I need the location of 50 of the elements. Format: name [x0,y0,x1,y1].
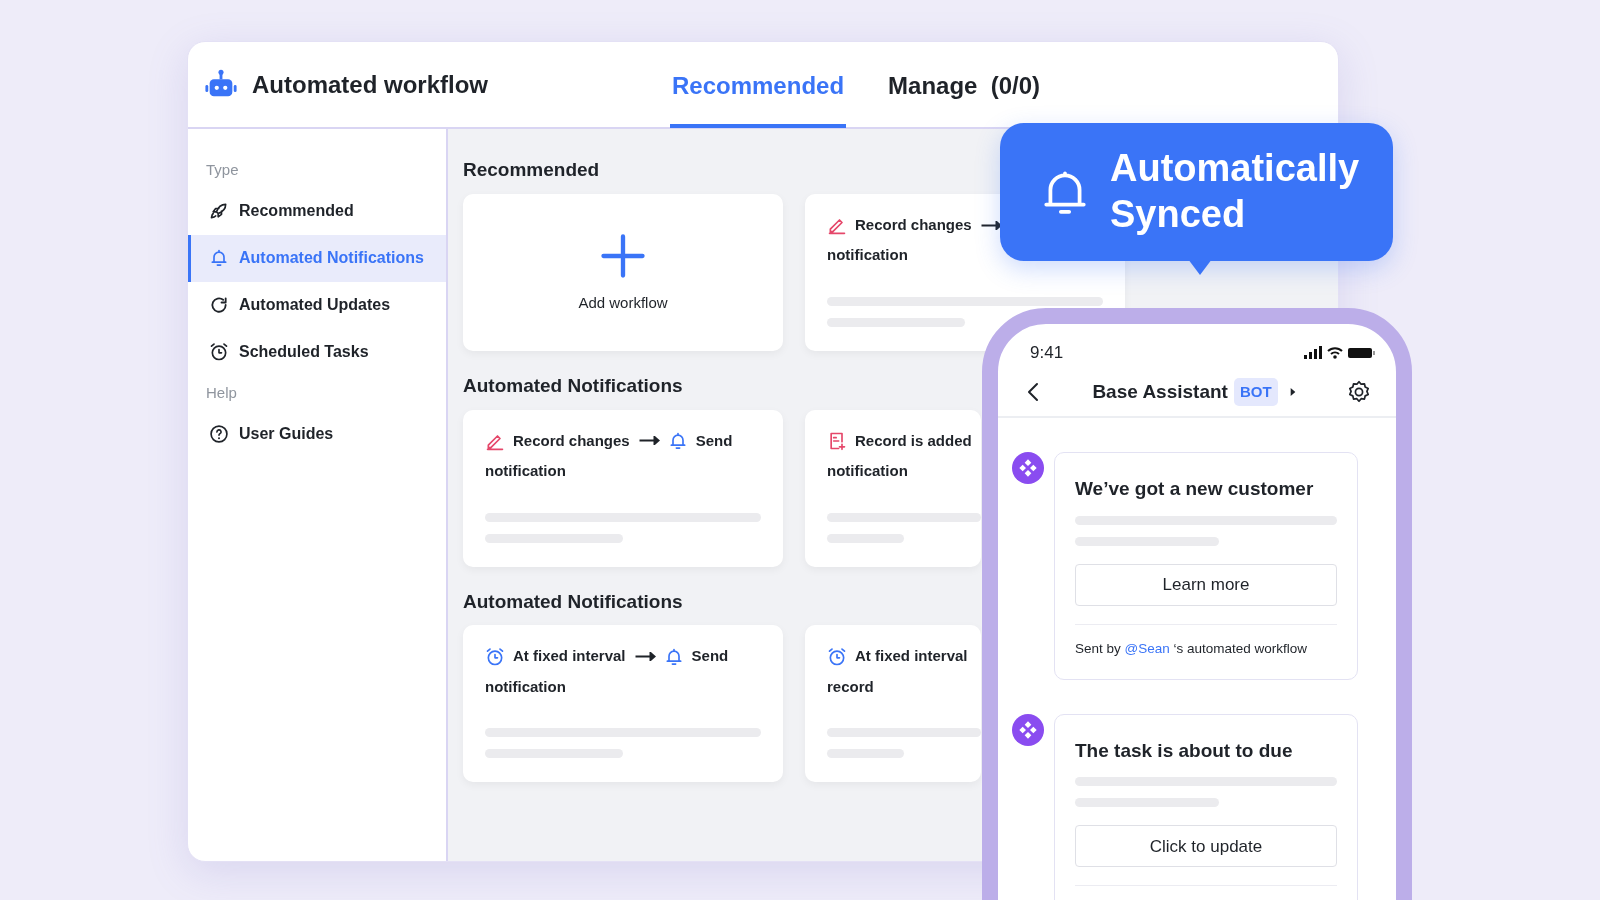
section-heading: Automated Notifications [463,374,683,398]
trigger-text: Record changes [855,214,972,235]
section-heading: Automated Notifications [463,590,683,614]
tab[interactable]: Manage (0/0) [886,42,1043,128]
message-button[interactable]: Click to update [1075,825,1337,868]
alarm-clock-icon [827,646,847,667]
bot-badge: BOT [1233,377,1278,407]
help-icon [209,423,229,444]
chat-title: Base Assistant [1092,379,1228,404]
app-title: Automated workflow [252,69,489,100]
message-footer: Sent by @Sean ‘s automated workflow [1075,623,1337,659]
add-workflow-card[interactable]: Add workflow [463,193,783,351]
message-button[interactable]: Learn more [1075,563,1337,606]
sidebar-heading: Type [205,160,240,180]
action-text: Send [695,430,733,451]
rocket-icon [209,201,229,221]
avatar-icon [1012,452,1044,484]
alarm-clock-icon [209,342,229,362]
trigger-text: At fixed interval [513,646,626,667]
trigger-text: Record changes [513,430,630,451]
card-text: notification [485,461,566,482]
workflow-card[interactable]: Record is added notification [805,409,981,567]
sidebar-item[interactable]: Automated Notifications [188,234,446,282]
trigger-text: At fixed interval [855,646,968,667]
action-text: Send [691,646,729,667]
refresh-icon [209,295,229,315]
card-text: notification [827,461,908,482]
sidebar-heading: Help [205,382,238,403]
bell-icon [209,248,229,268]
trigger-text: Record is added [855,430,972,451]
status-icons-drawing [1304,345,1376,361]
card-text: record [827,676,874,697]
sidebar-item[interactable]: Scheduled Tasks [188,328,446,376]
document-plus-icon [827,430,847,451]
sidebar-item[interactable]: Recommended [188,187,446,235]
settings-icon [1346,379,1372,405]
section-heading: Recommended [463,159,600,182]
alarm-clock-icon [485,646,505,667]
workflow-card[interactable]: At fixed interval record [805,625,981,783]
workflow-card[interactable]: Record changes Send notification [463,409,783,567]
sidebar-item[interactable]: Automated Updates [188,281,446,329]
card-label: Add workflow [578,293,668,314]
sidebar-item[interactable]: User Guides [188,410,446,457]
message-title: We’ve got a new customer [1075,477,1315,501]
card-text: notification [485,676,566,697]
card-text: notification [827,245,908,266]
mention-link[interactable]: @Sean [1124,640,1170,656]
avatar-icon [1012,713,1044,746]
workflow-card[interactable]: At fixed interval Send notification [463,625,783,783]
message-title: The task is about to due [1075,738,1294,763]
